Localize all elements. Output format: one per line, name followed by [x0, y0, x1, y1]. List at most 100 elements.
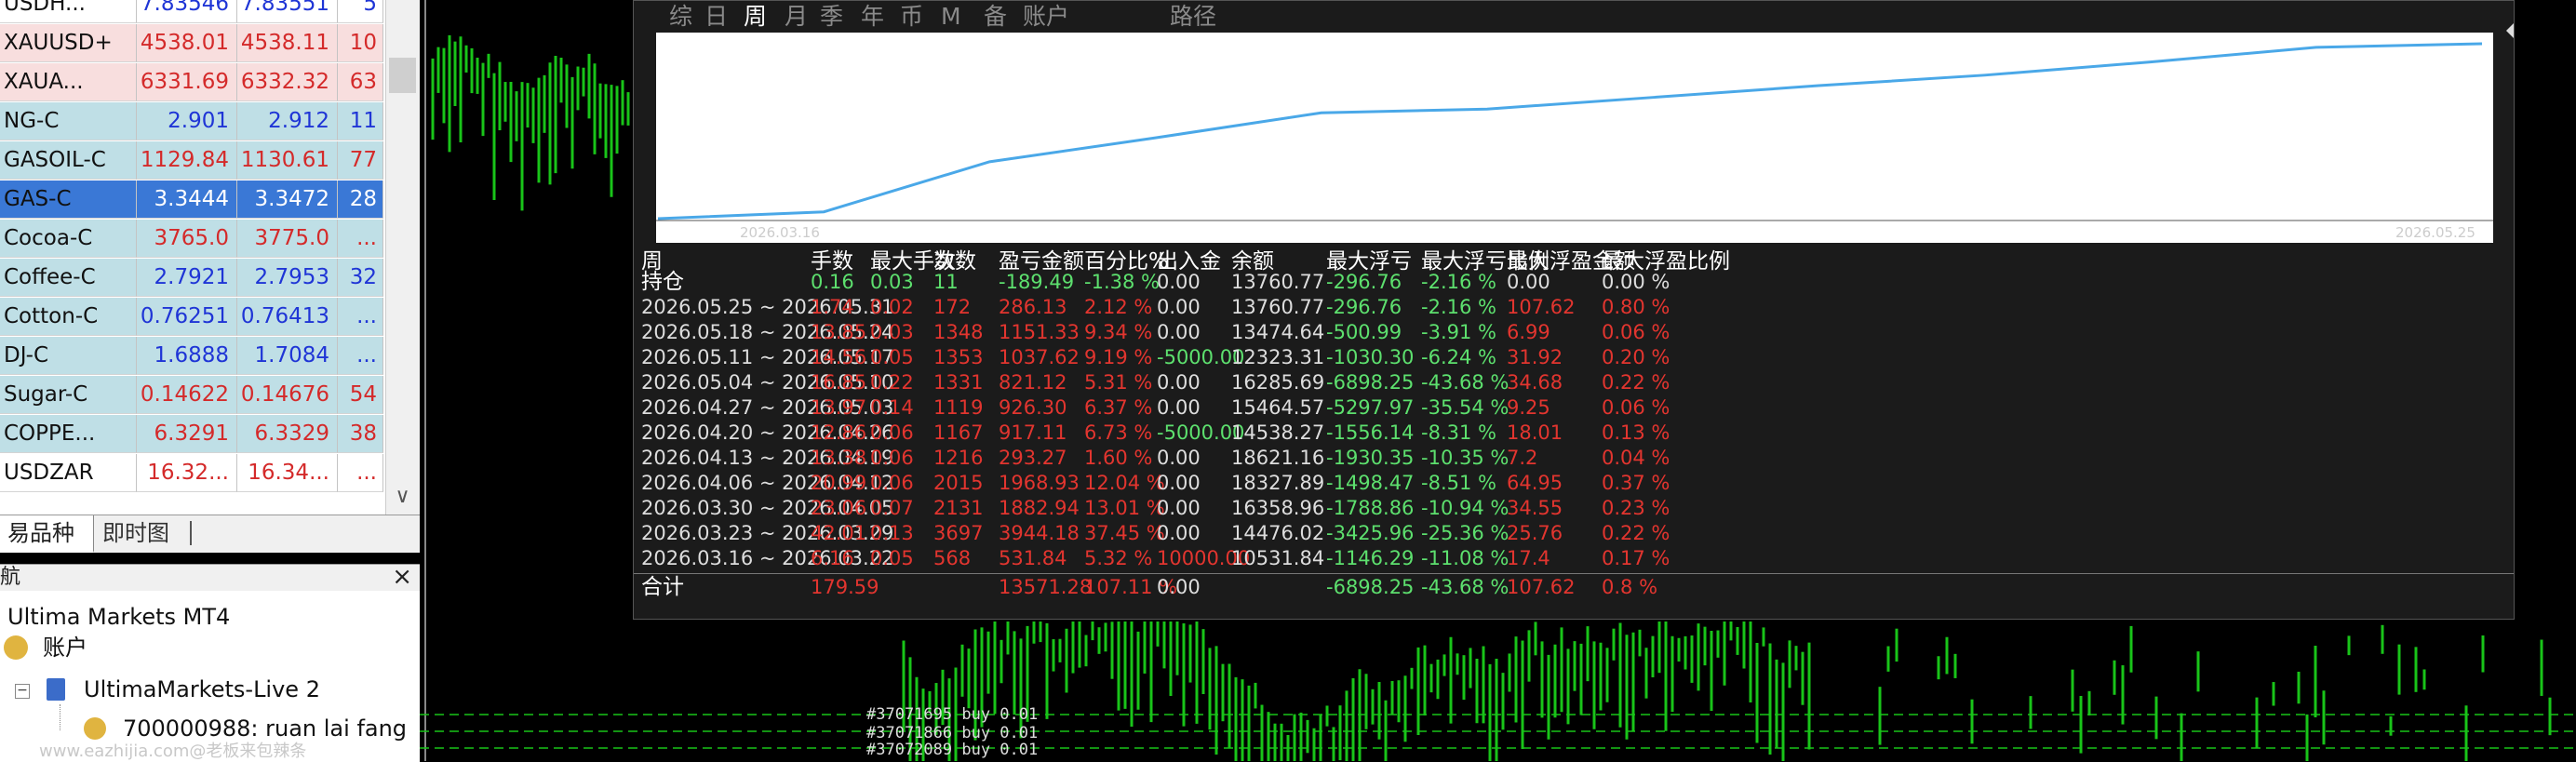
- table-cell: 12.04 %: [1084, 472, 1165, 494]
- bid-cell: 1.6888: [137, 337, 237, 375]
- close-icon[interactable]: ×: [392, 563, 412, 591]
- report-tab[interactable]: 日: [704, 1, 728, 33]
- equity-curve-canvas: [656, 42, 2493, 221]
- broker-root[interactable]: Ultima Markets MT4: [7, 602, 230, 632]
- ask-cell: 4538.11: [237, 24, 338, 62]
- table-cell: 64.95: [1507, 472, 1563, 494]
- table-cell: 0.00: [1157, 472, 1201, 494]
- collapse-icon[interactable]: −: [15, 684, 30, 699]
- ask-cell: 3775.0: [237, 220, 338, 258]
- ask-cell: 2.912: [237, 102, 338, 140]
- order-label: #37071695 buy 0.01: [866, 705, 1039, 724]
- table-cell: 12.86: [811, 421, 867, 444]
- report-tab[interactable]: 综: [669, 1, 692, 33]
- market-watch-row[interactable]: NG-C 2.901 2.912 11: [0, 102, 385, 141]
- spread-cell: 38: [338, 415, 383, 453]
- report-tab[interactable]: 季: [820, 1, 843, 33]
- navigator-header: 航 ×: [0, 563, 420, 591]
- report-tab[interactable]: 年: [861, 1, 884, 33]
- table-cell: 0.00: [1157, 396, 1201, 419]
- table-cell: 5.32 %: [1084, 547, 1153, 569]
- market-watch-row[interactable]: USDH... 7.83546 7.83551 5: [0, 0, 385, 24]
- table-cell: 16358.96: [1231, 497, 1325, 519]
- symbol-cell: USDZAR: [0, 454, 137, 492]
- symbol-cell: XAUA...: [0, 63, 137, 101]
- table-cell: 0.05: [870, 346, 914, 368]
- table-row: 2026.05.11 ~ 2026.05.17 14.56 0.05 1353 1037…: [634, 344, 2514, 370]
- report-tab[interactable]: M: [941, 1, 961, 33]
- total-cell: 107.62: [1507, 576, 1576, 598]
- market-watch-row[interactable]: COPPE... 6.3291 6.3329 38: [0, 415, 385, 454]
- table-cell: -35.54 %: [1421, 396, 1509, 419]
- ask-cell: 16.34...: [237, 454, 338, 492]
- table-cell: 0.06: [870, 421, 914, 444]
- market-watch-row[interactable]: Cocoa-C 3765.0 3775.0...: [0, 220, 385, 259]
- tab-symbols[interactable]: 易品种: [0, 515, 94, 553]
- table-cell: 0.06: [870, 447, 914, 469]
- total-cell: 179.59: [811, 576, 879, 598]
- holding-cell: 11: [933, 271, 959, 293]
- table-cell: 0.00: [1157, 321, 1201, 343]
- scroll-down-arrow-icon[interactable]: ∨: [385, 480, 420, 514]
- equity-curve-chart: [656, 33, 2493, 243]
- table-row: 2026.04.20 ~ 2026.04.26 12.86 0.06 1167 917.…: [634, 420, 2514, 446]
- market-watch-row[interactable]: GASOIL-C 1129.84 1130.61 77: [0, 141, 385, 180]
- holding-cell: 0.00 %: [1602, 271, 1670, 293]
- bid-cell: 2.901: [137, 102, 237, 140]
- table-cell: 7.2: [1507, 447, 1538, 469]
- table-cell: -3.91 %: [1421, 321, 1496, 343]
- table-cell: -5297.97: [1326, 396, 1415, 419]
- bid-cell: 7.83546: [137, 0, 237, 23]
- report-tab[interactable]: 账户: [1023, 1, 1069, 33]
- market-watch-row[interactable]: XAUUSD+ 4538.01 4538.11 10: [0, 24, 385, 63]
- market-watch: USDH... 7.83546 7.83551 5 XAUUSD+ 4538.01 4538…: [0, 0, 421, 515]
- table-cell: 2026.03.16 ~ 2026.03.22: [641, 547, 894, 569]
- report-tab[interactable]: 周: [744, 1, 767, 33]
- table-cell: 13474.64: [1231, 321, 1325, 343]
- table-cell: 0.37 %: [1602, 472, 1670, 494]
- table-cell: 1151.33: [999, 321, 1080, 343]
- table-cell: 1968.93: [999, 472, 1080, 494]
- report-tab[interactable]: 币: [900, 1, 923, 33]
- market-watch-row[interactable]: Coffee-C 2.7921 2.7953 32: [0, 259, 385, 298]
- holding-cell: -296.76: [1326, 271, 1402, 293]
- market-watch-row[interactable]: Sugar-C 0.14622 0.14676 54: [0, 376, 385, 415]
- report-tab[interactable]: 备: [984, 1, 1007, 33]
- symbol-cell: Cotton-C: [0, 298, 137, 336]
- spread-cell: 63: [338, 63, 383, 101]
- spread-cell: 32: [338, 259, 383, 297]
- table-cell: 13.97: [811, 396, 867, 419]
- navigator-title: 航: [0, 566, 21, 589]
- panel-resize-icon[interactable]: [2499, 23, 2514, 38]
- symbol-cell: GASOIL-C: [0, 141, 137, 180]
- table-cell: -10.94 %: [1421, 497, 1509, 519]
- table-cell: 12323.31: [1231, 346, 1325, 368]
- market-watch-row[interactable]: USDZAR 16.32... 16.34......: [0, 454, 385, 493]
- scrollbar-thumb[interactable]: [389, 58, 416, 93]
- table-cell: 14.56: [811, 346, 867, 368]
- holding-cell: -189.49: [999, 271, 1075, 293]
- tab-separator: [190, 521, 192, 545]
- market-watch-row[interactable]: Cotton-C 0.76251 0.76413...: [0, 298, 385, 337]
- market-watch-row[interactable]: DJ-C 1.6888 1.7084...: [0, 337, 385, 376]
- table-cell: -1498.47: [1326, 472, 1415, 494]
- total-cell: 合计: [641, 575, 684, 599]
- tab-tick-chart[interactable]: 即时图: [95, 515, 177, 551]
- table-cell: 0.00: [1157, 371, 1201, 394]
- table-cell: 1167: [933, 421, 984, 444]
- accounts-node[interactable]: 账户: [43, 633, 87, 662]
- table-cell: 9.19 %: [1084, 346, 1153, 368]
- table-cell: 2015: [933, 472, 984, 494]
- report-tab[interactable]: 路径: [1170, 1, 1216, 33]
- report-tab[interactable]: 月: [785, 1, 808, 33]
- total-row: 合计 179.59 13571.28 107.11 % 0.00 -6898.25 -43.…: [634, 574, 2514, 600]
- user-icon: [84, 717, 106, 740]
- symbol-cell: DJ-C: [0, 337, 137, 375]
- server-node[interactable]: UltimaMarkets-Live 2: [84, 675, 320, 704]
- table-cell: -6898.25: [1326, 371, 1415, 394]
- spread-cell: 5: [338, 0, 383, 23]
- table-cell: 568: [933, 547, 972, 569]
- market-watch-row[interactable]: XAUA... 6331.69 6332.32 63: [0, 63, 385, 102]
- bid-cell: 0.76251: [137, 298, 237, 336]
- market-watch-row[interactable]: GAS-C 3.3444 3.3472 28: [0, 180, 385, 220]
